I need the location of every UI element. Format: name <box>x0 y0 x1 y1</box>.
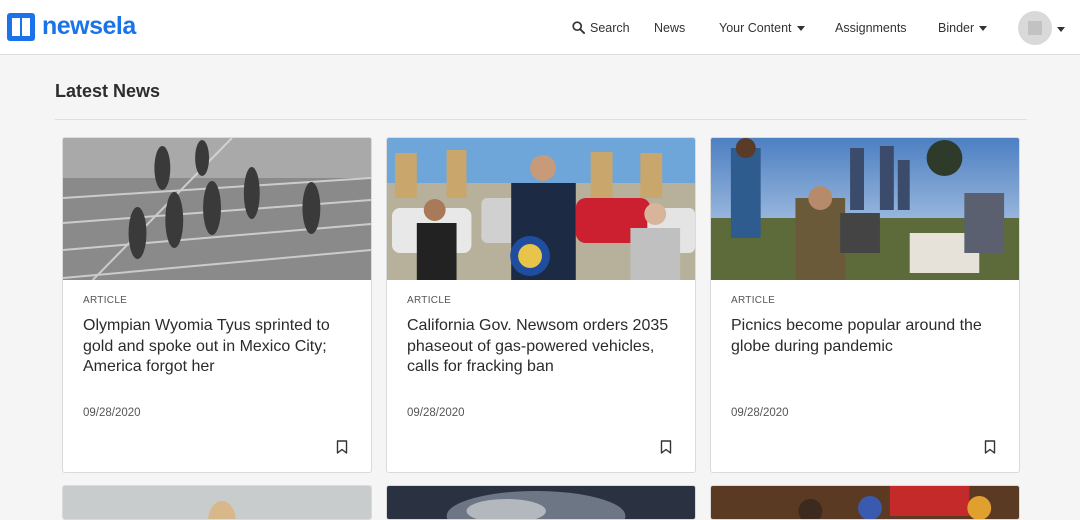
avatar <box>1018 11 1052 45</box>
chevron-down-icon <box>979 26 988 31</box>
article-type-label: ARTICLE <box>407 295 452 306</box>
article-thumbnail-image <box>63 486 371 519</box>
chevron-down-icon <box>796 26 805 31</box>
article-thumbnail-image <box>387 486 695 519</box>
article-type-label: ARTICLE <box>731 295 776 306</box>
article-headline[interactable]: California Gov. Newsom orders 2035 phase… <box>407 316 682 378</box>
article-headline[interactable]: Picnics become popular around the globe … <box>731 316 1006 357</box>
brand-name: newsela <box>42 12 136 40</box>
search-icon <box>572 21 585 34</box>
bookmark-icon[interactable] <box>336 440 348 454</box>
search-button[interactable]: Search <box>572 0 640 55</box>
article-date: 09/28/2020 <box>731 407 789 419</box>
article-date: 09/28/2020 <box>83 407 141 419</box>
nav-binder-label: Binder <box>938 20 975 35</box>
article-headline[interactable]: Olympian Wyomia Tyus sprinted to gold an… <box>83 316 358 378</box>
newsela-logo-icon <box>7 12 35 41</box>
nav-your-content-dropdown[interactable]: Your Content <box>719 0 805 55</box>
article-card[interactable] <box>710 485 1020 520</box>
article-thumbnail-image <box>387 138 695 280</box>
nav-your-content-label: Your Content <box>719 20 792 35</box>
nav-news-label: News <box>654 20 686 35</box>
article-date: 09/28/2020 <box>407 407 465 419</box>
article-thumbnail-image <box>711 486 1019 519</box>
article-card[interactable]: ARTICLE California Gov. Newsom orders 20… <box>386 137 696 473</box>
article-card[interactable] <box>386 485 696 520</box>
divider <box>55 119 1027 120</box>
article-thumbnail-image <box>711 138 1019 280</box>
article-thumbnail-image <box>63 138 371 281</box>
search-label: Search <box>590 20 630 35</box>
nav-news-link[interactable]: News <box>654 0 685 55</box>
article-type-label: ARTICLE <box>83 295 128 306</box>
bookmark-icon[interactable] <box>984 440 996 454</box>
newsela-logo[interactable]: newsela <box>7 12 136 41</box>
nav-assignments-link[interactable]: Assignments <box>835 0 907 55</box>
page-title: Latest News <box>55 81 161 101</box>
user-menu[interactable] <box>1018 11 1065 45</box>
nav-binder-dropdown[interactable]: Binder <box>938 0 988 55</box>
article-card[interactable]: ARTICLE Picnics become popular around th… <box>710 137 1020 473</box>
article-card[interactable] <box>62 485 372 520</box>
bookmark-icon[interactable] <box>660 440 672 454</box>
top-navigation-bar: newsela Search News Your Content Assignm… <box>0 0 1080 55</box>
chevron-down-icon <box>1057 26 1065 32</box>
article-card[interactable]: ARTICLE Olympian Wyomia Tyus sprinted to… <box>62 137 372 473</box>
nav-assignments-label: Assignments <box>835 20 907 35</box>
